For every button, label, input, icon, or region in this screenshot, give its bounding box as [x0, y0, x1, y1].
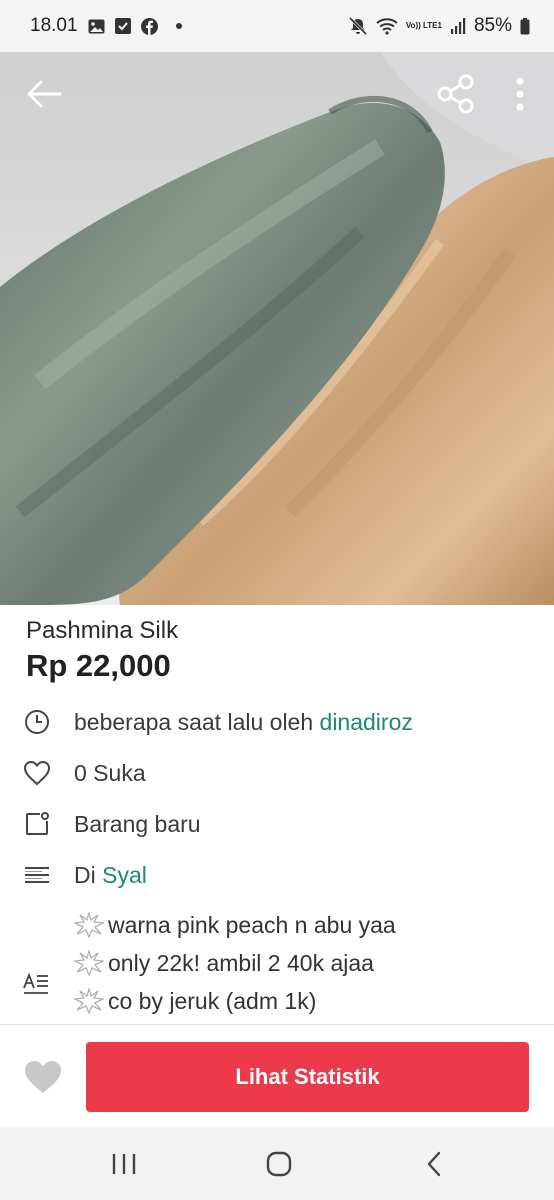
- gallery-icon: [88, 19, 105, 34]
- seller-link[interactable]: dinadiroz: [320, 709, 413, 735]
- arrow-left-icon: [27, 80, 62, 108]
- share-icon: [437, 74, 474, 114]
- condition-tag-icon: [0, 811, 74, 837]
- description-text: only 22k! ambil 2 40k ajaa: [108, 949, 374, 976]
- description-text: warna pink peach n abu yaa: [108, 911, 396, 938]
- condition-row: Barang baru: [0, 804, 554, 844]
- sparkle-icon: [74, 912, 104, 938]
- description-line: co by jeruk (adm 1k): [74, 982, 544, 1020]
- signal-icon: [450, 18, 466, 34]
- product-title: Pashmina Silk: [26, 617, 179, 644]
- category-prefix: Di: [74, 861, 103, 888]
- back-button[interactable]: [20, 70, 68, 118]
- product-image[interactable]: [0, 52, 554, 605]
- mute-icon: [348, 17, 368, 35]
- home-button[interactable]: [259, 1147, 299, 1181]
- volte-icon: Vo)) LTE1: [405, 21, 442, 30]
- battery-icon: [520, 17, 530, 35]
- likes-row[interactable]: 0 Suka: [0, 753, 554, 793]
- wifi-icon: [376, 17, 398, 35]
- description-line: warna pink peach n abu yaa: [74, 906, 544, 944]
- action-bar-divider: [0, 1024, 554, 1025]
- check-icon: [114, 18, 131, 34]
- description-text: co by jeruk (adm 1k): [108, 987, 317, 1014]
- heart-outline-icon: [0, 760, 74, 786]
- clock-icon: [0, 709, 74, 735]
- view-statistics-button[interactable]: Lihat Statistik: [86, 1042, 529, 1112]
- favorite-button[interactable]: [20, 1054, 66, 1100]
- status-time: 18.01: [30, 15, 78, 36]
- battery-level: 85%: [473, 15, 512, 36]
- category-row: Di Syal: [0, 855, 554, 895]
- sparkle-icon: [74, 988, 104, 1014]
- recent-apps-button[interactable]: [104, 1147, 144, 1181]
- heart-icon: [25, 1061, 61, 1093]
- status-bar: 18.01 Vo)) LTE1 85%: [0, 0, 554, 52]
- more-vertical-icon: [516, 77, 524, 111]
- chevron-left-icon: [427, 1151, 441, 1177]
- more-options-button[interactable]: [496, 70, 544, 118]
- sparkle-icon: [74, 950, 104, 976]
- condition-text: Barang baru: [74, 810, 201, 837]
- recent-apps-icon: [112, 1154, 136, 1174]
- likes-count[interactable]: 0 Suka: [74, 760, 146, 787]
- posted-time-text: beberapa saat lalu oleh: [74, 708, 320, 735]
- facebook-icon: [140, 17, 158, 35]
- category-link[interactable]: Syal: [102, 862, 147, 888]
- system-back-button[interactable]: [414, 1147, 454, 1181]
- product-price: Rp 22,000: [26, 648, 171, 683]
- share-button[interactable]: [432, 70, 480, 118]
- system-nav-bar: [0, 1127, 554, 1200]
- product-description: warna pink peach n abu yaa only 22k! amb…: [74, 906, 544, 1024]
- product-photo: [0, 52, 554, 605]
- home-icon: [266, 1151, 292, 1177]
- description-line: only 22k! ambil 2 40k ajaa: [74, 944, 544, 982]
- more-notifications-icon: [175, 23, 182, 29]
- description-icon: [23, 972, 49, 1000]
- list-icon: [0, 865, 74, 885]
- posted-time-row: beberapa saat lalu oleh dinadiroz: [0, 702, 554, 742]
